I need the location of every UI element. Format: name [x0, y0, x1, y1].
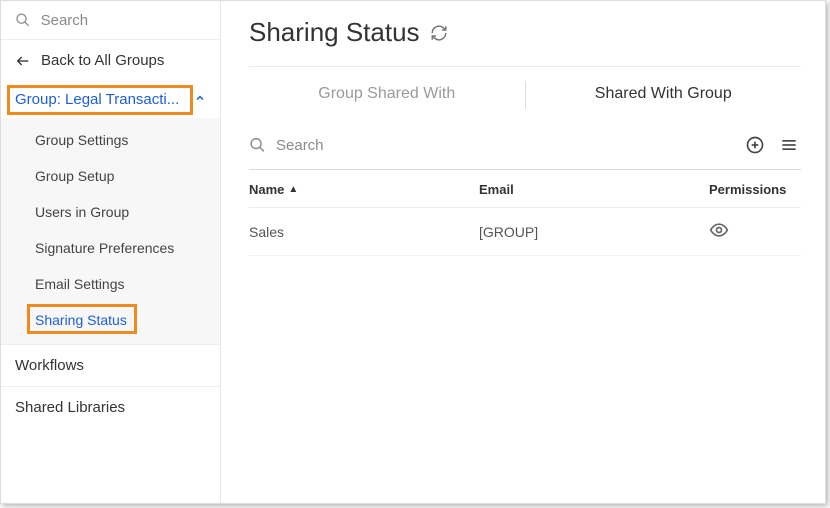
- table-header-permissions[interactable]: Permissions: [709, 182, 801, 197]
- group-name: Group: Legal Transacti...: [15, 91, 179, 108]
- tab-shared-with-group[interactable]: Shared With Group: [526, 81, 802, 109]
- refresh-icon[interactable]: [430, 24, 448, 42]
- sort-asc-icon: ▲: [288, 184, 298, 195]
- action-row: [249, 127, 801, 170]
- sidebar-item-group-settings[interactable]: Group Settings: [1, 122, 220, 158]
- sidebar-item-label: Signature Preferences: [35, 240, 174, 256]
- sidebar-item-sharing-status[interactable]: Sharing Status: [1, 302, 220, 338]
- cell-permissions: [709, 220, 801, 243]
- main: Sharing Status Group Shared With Shared …: [221, 1, 825, 503]
- cell-name: Sales: [249, 224, 479, 240]
- menu-button[interactable]: [777, 133, 801, 157]
- page-title-row: Sharing Status: [249, 11, 801, 67]
- table-search-wrap[interactable]: [249, 136, 733, 154]
- sidebar-item-label: Email Settings: [35, 276, 124, 292]
- chevron-up-icon: [194, 91, 206, 108]
- tab-group-shared-with[interactable]: Group Shared With: [249, 81, 525, 109]
- sidebar-item-email-settings[interactable]: Email Settings: [1, 266, 220, 302]
- plus-circle-icon: [745, 135, 765, 155]
- table-header-label: Email: [479, 182, 514, 197]
- sidebar-item-label: Shared Libraries: [15, 399, 125, 416]
- sidebar-item-label: Sharing Status: [35, 312, 127, 328]
- sidebar-item-signature-preferences[interactable]: Signature Preferences: [1, 230, 220, 266]
- sidebar-item-label: Group Settings: [35, 132, 128, 148]
- page-title: Sharing Status: [249, 17, 420, 48]
- eye-icon: [709, 220, 729, 240]
- back-to-groups[interactable]: Back to All Groups: [1, 40, 220, 81]
- search-icon: [249, 136, 266, 154]
- arrow-left-icon: [15, 53, 31, 69]
- table-header-label: Permissions: [709, 182, 786, 197]
- cell-email: [GROUP]: [479, 224, 709, 240]
- sidebar-search[interactable]: [1, 1, 220, 40]
- table-header-name[interactable]: Name ▲: [249, 182, 479, 197]
- group-header[interactable]: Group: Legal Transacti...: [1, 81, 220, 118]
- group-subnav: Group Settings Group Setup Users in Grou…: [1, 118, 220, 344]
- sidebar-item-users-in-group[interactable]: Users in Group: [1, 194, 220, 230]
- sidebar-item-shared-libraries[interactable]: Shared Libraries: [1, 386, 220, 428]
- sidebar-search-input[interactable]: [41, 12, 206, 29]
- menu-icon: [779, 135, 799, 155]
- tabs: Group Shared With Shared With Group: [249, 67, 801, 127]
- sidebar-item-group-setup[interactable]: Group Setup: [1, 158, 220, 194]
- sidebar-item-label: Group Setup: [35, 168, 114, 184]
- table-header-label: Name: [249, 182, 284, 197]
- back-label: Back to All Groups: [41, 52, 164, 69]
- table-header-email[interactable]: Email: [479, 182, 709, 197]
- add-button[interactable]: [743, 133, 767, 157]
- table-row[interactable]: Sales [GROUP]: [249, 208, 801, 256]
- sidebar-item-label: Users in Group: [35, 204, 129, 220]
- search-icon: [15, 11, 31, 29]
- sidebar-item-workflows[interactable]: Workflows: [1, 344, 220, 386]
- sidebar: Back to All Groups Group: Legal Transact…: [1, 1, 221, 503]
- table-search-input[interactable]: [276, 137, 733, 154]
- sidebar-item-label: Workflows: [15, 357, 84, 374]
- table-header: Name ▲ Email Permissions: [249, 170, 801, 208]
